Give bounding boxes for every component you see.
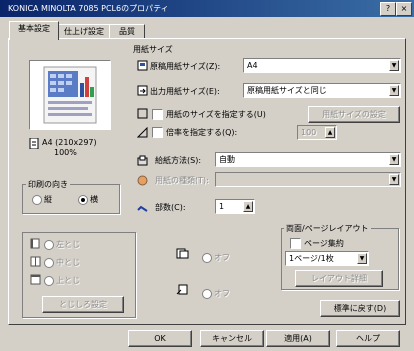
- tab-panel: [8, 38, 406, 325]
- title-bar: KONICA MINOLTA 7085 PCL6のプロパティ ? ×: [0, 0, 414, 17]
- close-title-button[interactable]: ×: [396, 2, 412, 16]
- tab-basic[interactable]: 基本設定: [9, 21, 59, 40]
- ok-button[interactable]: OK: [128, 330, 192, 347]
- help-title-button[interactable]: ?: [380, 2, 396, 16]
- help-button[interactable]: ヘルプ: [336, 330, 400, 347]
- tab-finishing[interactable]: 仕上げ設定: [58, 24, 110, 39]
- cancel-button[interactable]: キャンセル: [200, 330, 264, 347]
- window-title: KONICA MINOLTA 7085 PCL6のプロパティ: [8, 4, 169, 13]
- apply-button[interactable]: 適用(A): [266, 330, 330, 347]
- tab-quality[interactable]: 品質: [109, 24, 145, 39]
